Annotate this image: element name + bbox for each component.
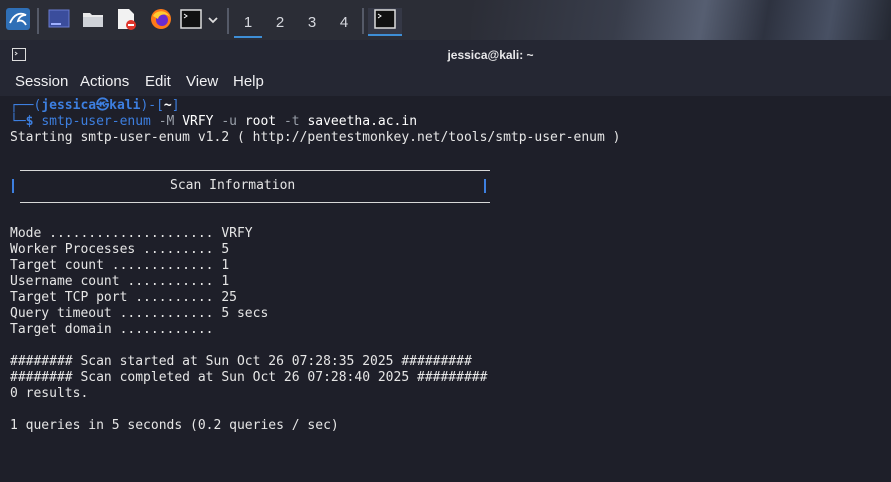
cmd-value: root	[244, 114, 277, 129]
starting-line: Starting smtp-user-enum v1.2 ( http://pe…	[10, 130, 621, 145]
panel-separator	[37, 8, 39, 34]
menu-actions[interactable]: Actions	[80, 73, 129, 90]
terminal-launcher-button[interactable]	[179, 8, 203, 34]
cmd-option: -t	[283, 114, 300, 129]
workspace-4[interactable]: 4	[330, 8, 358, 36]
info-username-count: Username count ........... 1	[10, 274, 230, 289]
info-target-count: Target count ............. 1	[10, 258, 230, 273]
prompt-host: kali	[109, 98, 141, 113]
show-desktop-icon	[48, 9, 70, 34]
workspace-1[interactable]: 1	[234, 8, 262, 38]
top-panel: 1 2 3 4	[0, 0, 891, 40]
info-worker-processes: Worker Processes ......... 5	[10, 242, 230, 257]
menu-session[interactable]: Session	[15, 73, 68, 90]
terminal-output[interactable]: ┌──(jessica㉿kali)-[~] └─$ smtp-user-enum…	[10, 98, 891, 439]
show-desktop-button[interactable]	[46, 8, 72, 34]
firefox-button[interactable]	[148, 8, 174, 34]
terminal-launcher-icon	[180, 8, 202, 34]
cmd-name: smtp-user-enum	[41, 114, 151, 129]
chevron-down-icon	[207, 12, 219, 30]
prompt-at: ㉿	[96, 98, 110, 113]
window-titlebar[interactable]: jessica@kali: ~	[0, 40, 891, 70]
box-top-border	[20, 170, 490, 171]
text-editor-icon	[115, 8, 137, 35]
queries-summary-line: 1 queries in 5 seconds (0.2 queries / se…	[10, 418, 339, 433]
info-target-port: Target TCP port .......... 25	[10, 290, 237, 305]
box-bottom-border	[20, 202, 490, 203]
cmd-option: -M	[158, 114, 175, 129]
cmd-option: -u	[221, 114, 237, 129]
menu-edit[interactable]: Edit	[145, 73, 171, 90]
terminal-window-icon	[374, 8, 396, 34]
file-manager-button[interactable]	[80, 8, 106, 34]
workspace-2[interactable]: 2	[266, 8, 294, 36]
info-mode: Mode ..................... VRFY	[10, 226, 253, 241]
panel-separator	[362, 8, 364, 34]
text-editor-button[interactable]	[113, 8, 139, 34]
wallpaper-strip	[471, 0, 891, 40]
panel-separator	[227, 8, 229, 34]
cmd-value: saveetha.ac.in	[307, 114, 418, 129]
launcher-dropdown-button[interactable]	[205, 8, 221, 34]
scan-info-title: Scan Information	[170, 178, 296, 193]
menu-view[interactable]: View	[186, 73, 218, 90]
command-line: └─$ smtp-user-enum -M VRFY -u root -t sa…	[10, 114, 418, 129]
workspace-3[interactable]: 3	[298, 8, 326, 36]
taskbar-terminal-window[interactable]	[368, 8, 402, 36]
scan-completed-line: ######## Scan completed at Sun Oct 26 07…	[10, 370, 488, 385]
prompt-user: jessica	[41, 98, 97, 113]
scan-started-line: ######## Scan started at Sun Oct 26 07:2…	[10, 354, 472, 369]
terminal-window: jessica@kali: ~ Session Actions Edit Vie…	[0, 40, 891, 439]
window-title: jessica@kali: ~	[447, 48, 534, 62]
firefox-icon	[150, 8, 172, 35]
menu-bar: Session Actions Edit View Help	[0, 70, 891, 96]
menu-help[interactable]: Help	[233, 73, 264, 90]
box-left-border	[12, 179, 14, 193]
info-query-timeout: Query timeout ............ 5 secs	[10, 306, 269, 321]
prompt-line-1: ┌──(jessica㉿kali)-[~]	[10, 98, 180, 113]
results-line: 0 results.	[10, 386, 89, 401]
box-right-border	[484, 179, 486, 193]
kali-menu-button[interactable]	[4, 7, 32, 35]
info-target-domain: Target domain ............	[10, 322, 214, 337]
cmd-value: VRFY	[182, 114, 214, 129]
kali-menu-icon	[6, 7, 30, 35]
prompt-dir: ~	[163, 98, 172, 113]
file-manager-icon	[82, 9, 104, 34]
